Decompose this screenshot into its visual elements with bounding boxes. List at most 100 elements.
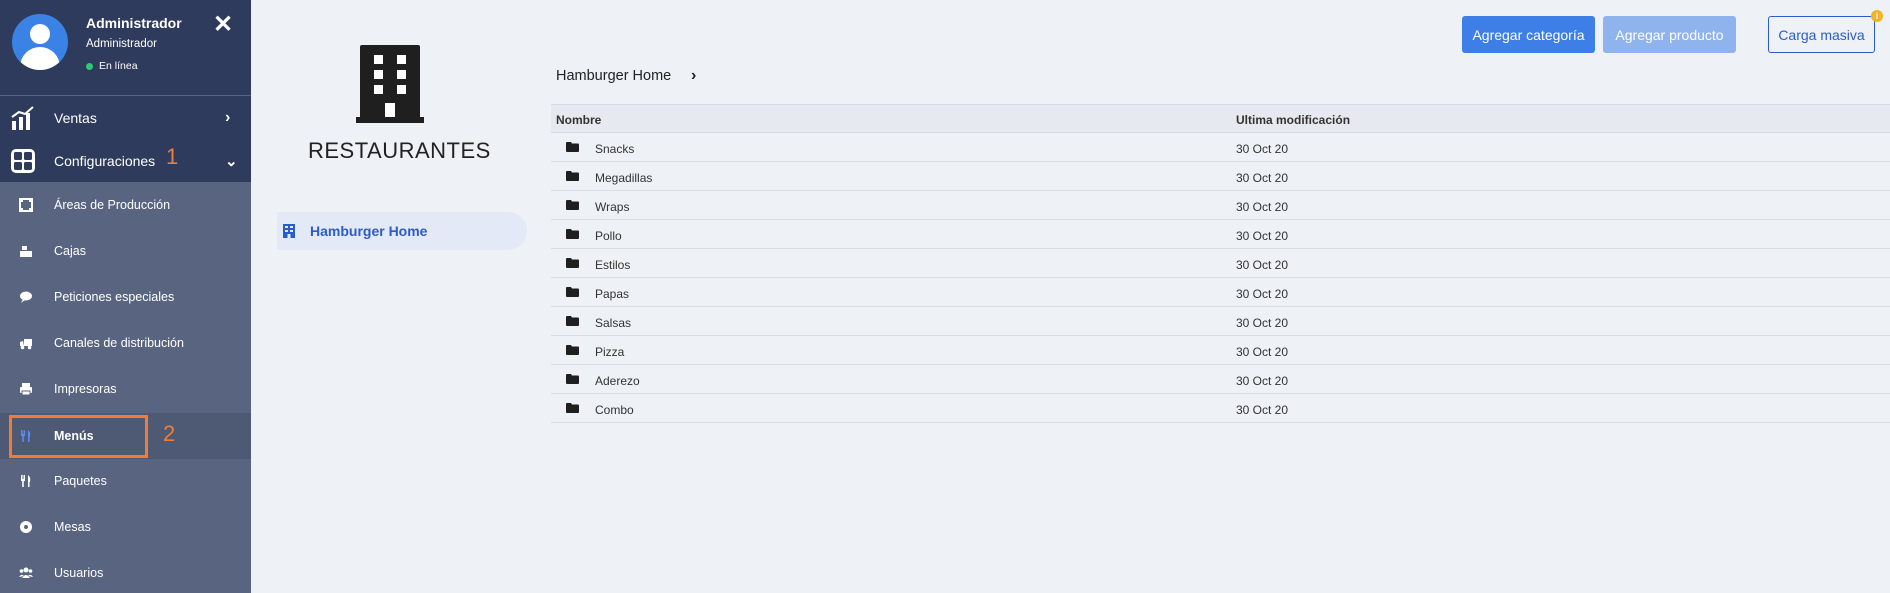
row-date: 30 Oct 20: [1236, 171, 1289, 185]
row-name: Papas: [595, 287, 630, 301]
close-icon[interactable]: ✕: [213, 13, 233, 37]
folder-icon: [566, 287, 579, 297]
table-row[interactable]: Papas 30 Oct 20: [551, 278, 1890, 307]
profile-name: Administrador: [86, 15, 182, 31]
add-category-button[interactable]: Agregar categoría: [1462, 16, 1595, 53]
row-date: 30 Oct 20: [1236, 374, 1289, 388]
row-name: Salsas: [595, 316, 632, 330]
sidebar-item-paquetes[interactable]: Paquetes: [0, 458, 251, 504]
row-name: Pizza: [595, 345, 625, 359]
sidebar-item-label: Impresoras: [54, 382, 117, 396]
folder-icon: [566, 171, 579, 181]
chevron-right-icon: ›: [225, 108, 231, 126]
table-icon: [20, 521, 32, 533]
nav-configuraciones[interactable]: Configuraciones ⌄: [0, 139, 251, 182]
sidebar-item-label: Usuarios: [54, 566, 104, 580]
sidebar-item-cajas[interactable]: Cajas: [0, 228, 251, 274]
nav-ventas-label: Ventas: [54, 109, 97, 126]
table-row[interactable]: Combo 30 Oct 20: [551, 394, 1890, 423]
folder-icon: [566, 345, 579, 355]
profile-panel: Administrador Administrador En línea ✕: [0, 0, 251, 95]
folder-icon: [566, 374, 579, 384]
building-icon: [356, 45, 424, 123]
settings-grid-icon: [11, 149, 35, 173]
cash-register-icon: [20, 246, 32, 257]
sidebar-item-mesas[interactable]: Mesas: [0, 504, 251, 550]
sidebar-item-label: Peticiones especiales: [54, 290, 175, 304]
sidebar-item-usuarios[interactable]: Usuarios: [0, 550, 251, 593]
column-header-modified[interactable]: Ultima modificación: [1236, 113, 1350, 127]
table-row[interactable]: Megadillas 30 Oct 20: [551, 162, 1890, 191]
nav-ventas[interactable]: Ventas ›: [0, 96, 251, 139]
bulk-load-button[interactable]: Carga masiva: [1768, 16, 1875, 53]
table-header: Nombre Ultima modificación: [551, 104, 1890, 133]
category-table: Nombre Ultima modificación Snacks 30 Oct …: [551, 104, 1890, 423]
folder-icon: [566, 403, 579, 413]
annotation-step-1: 1: [166, 144, 179, 169]
row-name: Snacks: [595, 142, 635, 156]
restaurants-title: RESTAURANTES: [308, 138, 491, 163]
restaurant-item[interactable]: Hamburger Home: [277, 212, 527, 250]
column-header-name[interactable]: Nombre: [556, 113, 601, 127]
chevron-down-icon: ⌄: [225, 152, 238, 170]
row-date: 30 Oct 20: [1236, 200, 1289, 214]
comment-icon: [20, 291, 32, 303]
row-date: 30 Oct 20: [1236, 287, 1289, 301]
breadcrumb: Hamburger Home ›: [556, 67, 696, 84]
sidebar-item-label: Cajas: [54, 244, 86, 258]
utensils-icon: [21, 475, 31, 487]
sidebar-item-canales[interactable]: Canales de distribución: [0, 320, 251, 366]
row-date: 30 Oct 20: [1236, 229, 1289, 243]
row-date: 30 Oct 20: [1236, 403, 1289, 417]
row-date: 30 Oct 20: [1236, 345, 1289, 359]
folder-icon: [566, 229, 579, 239]
breadcrumb-current[interactable]: Hamburger Home: [556, 68, 671, 84]
restaurant-label: Hamburger Home: [310, 223, 428, 239]
sidebar-item-label: Áreas de Producción: [54, 198, 171, 212]
folder-icon: [566, 316, 579, 326]
folder-icon: [566, 258, 579, 268]
chart-icon: [11, 106, 34, 130]
sidebar-item-impresoras[interactable]: Impresoras: [0, 366, 251, 412]
add-product-button[interactable]: Agregar producto: [1603, 16, 1736, 53]
building-icon: [283, 224, 295, 238]
row-name: Pollo: [595, 229, 622, 243]
annotation-highlight: [9, 415, 148, 458]
status-text: En línea: [99, 60, 138, 72]
sidebar-item-label: Mesas: [54, 520, 91, 534]
table-row[interactable]: Salsas 30 Oct 20: [551, 307, 1890, 336]
row-date: 30 Oct 20: [1236, 316, 1289, 330]
sidebar: Administrador Administrador En línea ✕ V…: [0, 0, 251, 593]
table-row[interactable]: Snacks 30 Oct 20: [551, 133, 1890, 162]
row-name: Wraps: [595, 200, 630, 214]
row-name: Aderezo: [595, 374, 640, 388]
sidebar-item-label: Paquetes: [54, 474, 107, 488]
production-area-icon: [19, 198, 33, 212]
row-name: Megadillas: [595, 171, 653, 185]
users-icon: [19, 567, 33, 578]
row-name: Estilos: [595, 258, 631, 272]
table-row[interactable]: Aderezo 30 Oct 20: [551, 365, 1890, 394]
table-row[interactable]: Wraps 30 Oct 20: [551, 191, 1890, 220]
folder-icon: [566, 142, 579, 152]
folder-icon: [566, 200, 579, 210]
sidebar-item-label: Canales de distribución: [54, 336, 184, 350]
printer-icon: [20, 383, 32, 396]
avatar[interactable]: [12, 14, 68, 70]
table-row[interactable]: Pizza 30 Oct 20: [551, 336, 1890, 365]
sidebar-item-areas-produccion[interactable]: Áreas de Producción: [0, 182, 251, 228]
row-name: Combo: [595, 403, 634, 417]
truck-icon: [20, 339, 32, 350]
table-row[interactable]: Estilos 30 Oct 20: [551, 249, 1890, 278]
profile-status: En línea: [86, 60, 138, 72]
online-dot-icon: [86, 62, 93, 70]
chevron-right-icon: ›: [691, 67, 697, 84]
row-date: 30 Oct 20: [1236, 258, 1289, 272]
sidebar-item-peticiones[interactable]: Peticiones especiales: [0, 274, 251, 320]
nav-configuraciones-label: Configuraciones: [54, 152, 156, 169]
table-row[interactable]: Pollo 30 Oct 20: [551, 220, 1890, 249]
info-badge-icon: i: [1871, 10, 1883, 22]
annotation-step-2: 2: [163, 421, 176, 446]
profile-role: Administrador: [86, 38, 157, 50]
row-date: 30 Oct 20: [1236, 142, 1289, 156]
